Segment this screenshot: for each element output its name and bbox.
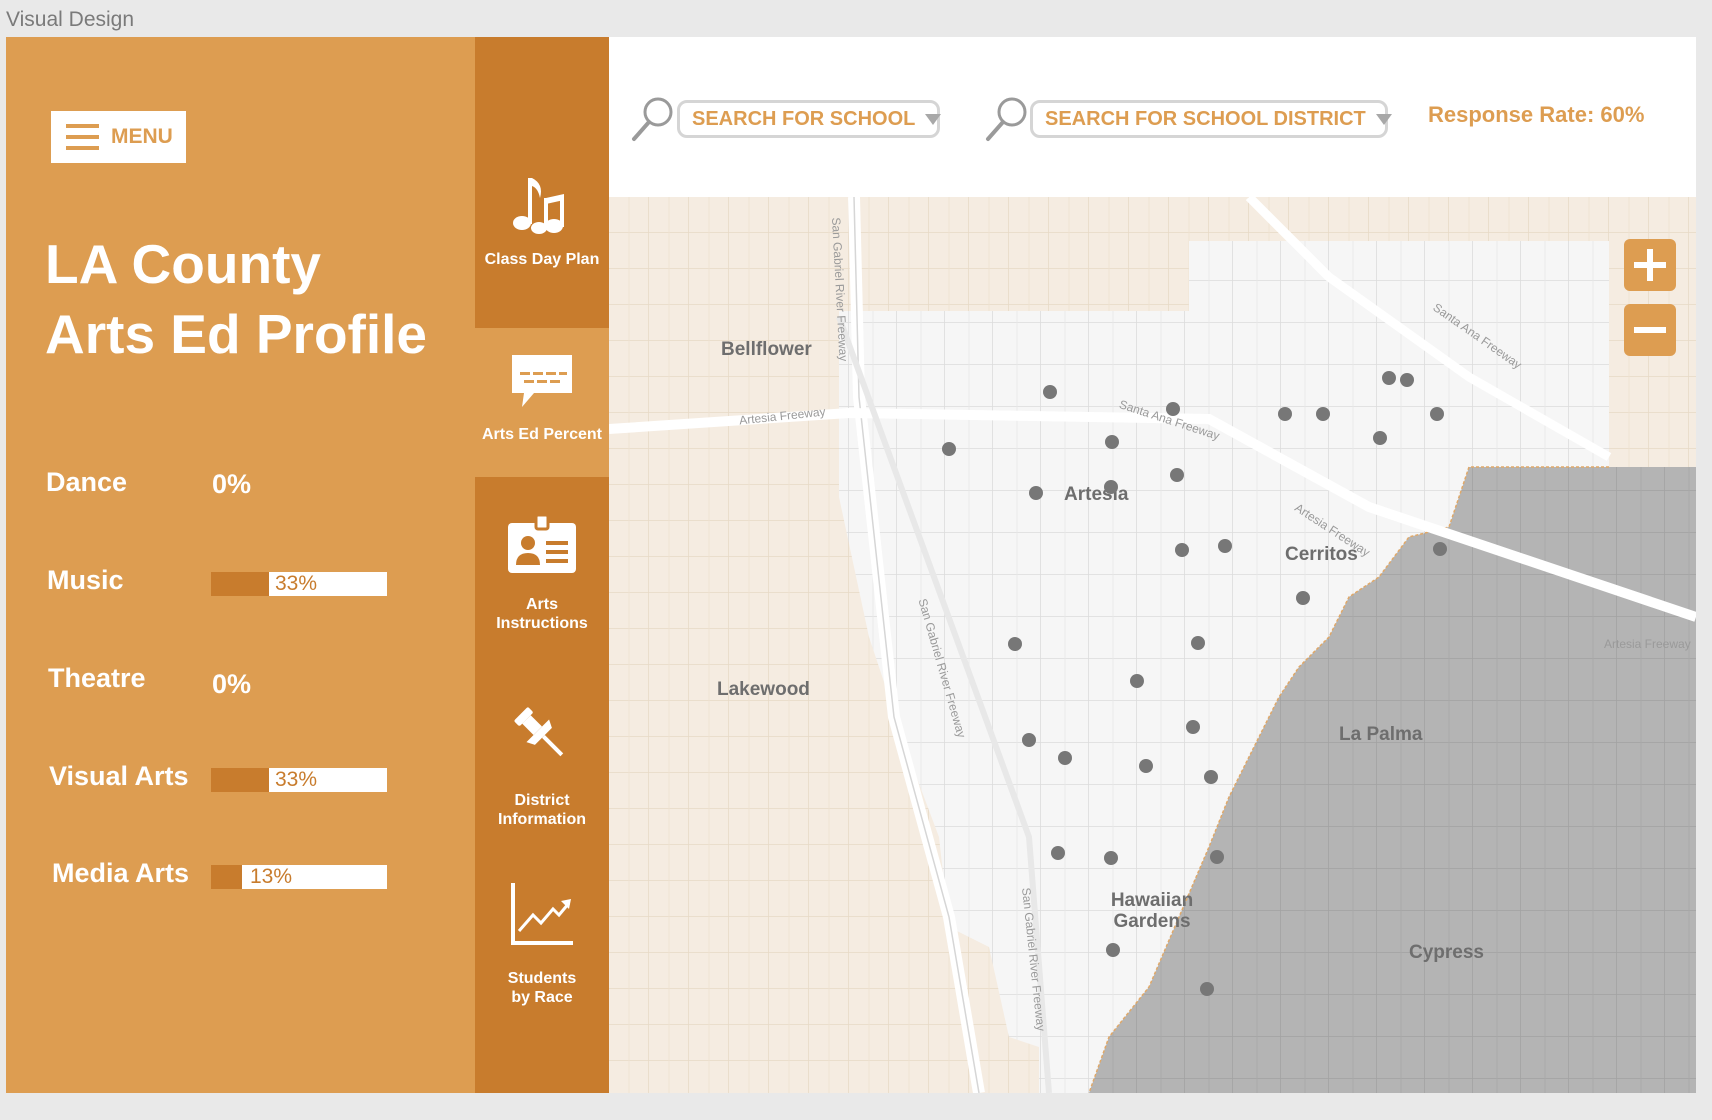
place-label: Cypress [1409,942,1484,963]
app-canvas: MENU LA County Arts Ed Profile Dance 0% … [6,37,1696,1093]
nav-item-arts-ed-percent[interactable]: Arts Ed Percent [475,328,609,477]
line-chart-icon [511,883,573,945]
nav-label: Arts Ed Percent [481,426,603,443]
place-label: Cerritos [1285,544,1358,565]
nav-item-arts-instructions[interactable]: Arts Instructions [475,477,609,659]
stat-label: Music [47,565,124,595]
school-search-placeholder: SEARCH FOR SCHOOL [692,107,916,130]
progress-bar: 33% [211,768,387,792]
school-search-dropdown[interactable]: SEARCH FOR SCHOOL [677,100,942,138]
music-notes-icon [513,178,564,234]
school-search[interactable]: SEARCH FOR SCHOOL [630,95,942,143]
hamburger-icon [66,124,99,150]
chevron-down-icon [1375,113,1392,125]
place-label: Lakewood [717,679,810,700]
stat-value: 0% [212,469,252,499]
place-label: Hawaiian Gardens [1110,890,1194,932]
stat-label: Visual Arts [49,761,189,791]
stat-row-visual-arts: Visual Arts 33% [6,761,475,801]
menu-button[interactable]: MENU [51,111,186,163]
road-label: Artesia Freeway [1604,637,1691,651]
stat-row-dance: Dance 0% [6,467,475,507]
stat-row-music: Music 33% [6,565,475,605]
nav-label: Students by Race [507,970,577,1006]
icon-nav: Class Day Plan Arts Ed Percent Arts Inst… [475,37,609,1093]
district-search-placeholder: SEARCH FOR SCHOOL DISTRICT [1045,107,1366,130]
speech-bubble-icon [512,355,572,407]
nav-label: Class Day Plan [484,251,600,268]
window-title: Visual Design [6,8,135,31]
progress-bar: 13% [211,865,387,889]
search-toolbar: SEARCH FOR SCHOOL SEARCH FOR SCHOOL DIST… [609,37,1696,197]
zoom-in-button[interactable] [1624,239,1676,291]
district-search-dropdown[interactable]: SEARCH FOR SCHOOL DISTRICT [1030,100,1392,138]
id-card-icon [508,513,576,573]
page-title-line2: Arts Ed Profile [45,303,428,365]
page-title-line1: LA County [45,233,321,295]
stat-label: Media Arts [52,858,190,888]
progress-label: 33% [275,768,318,791]
search-icon [632,97,673,141]
place-label: La Palma [1339,724,1423,745]
page-title: LA County Arts Ed Profile [45,229,427,369]
nav-label: District Information [498,792,586,828]
nav-item-district-information[interactable]: District Information [475,659,609,845]
progress-bar: 33% [211,572,387,596]
nav-item-class-day-plan[interactable]: Class Day Plan [475,37,609,328]
map-view[interactable]: San Gabriel River Freeway Artesia Freewa… [609,197,1696,1093]
zoom-out-button[interactable] [1624,304,1676,356]
progress-label: 33% [275,572,318,595]
search-icon [986,97,1027,141]
nav-item-students-by-race[interactable]: Students by Race [475,845,609,1055]
menu-label: MENU [111,125,173,148]
chevron-down-icon [925,113,942,125]
place-label: Artesia [1064,484,1129,505]
stat-label: Dance [46,467,128,497]
response-rate: Response Rate: 60% [1428,102,1645,127]
stat-row-media-arts: Media Arts 13% [6,858,475,898]
map-base [609,197,1696,1093]
progress-fill [211,865,242,889]
pushpin-icon [514,707,564,757]
progress-fill [211,572,269,596]
progress-label: 13% [250,865,293,888]
stat-label: Theatre [48,663,146,693]
district-search[interactable]: SEARCH FOR SCHOOL DISTRICT [984,95,1392,143]
stat-value: 0% [212,669,252,699]
place-label: Bellflower [721,339,812,360]
profile-panel: MENU LA County Arts Ed Profile Dance 0% … [6,37,475,1093]
nav-label: Arts Instructions [496,596,588,632]
progress-fill [211,768,269,792]
stat-row-theatre: Theatre 0% [6,663,475,703]
